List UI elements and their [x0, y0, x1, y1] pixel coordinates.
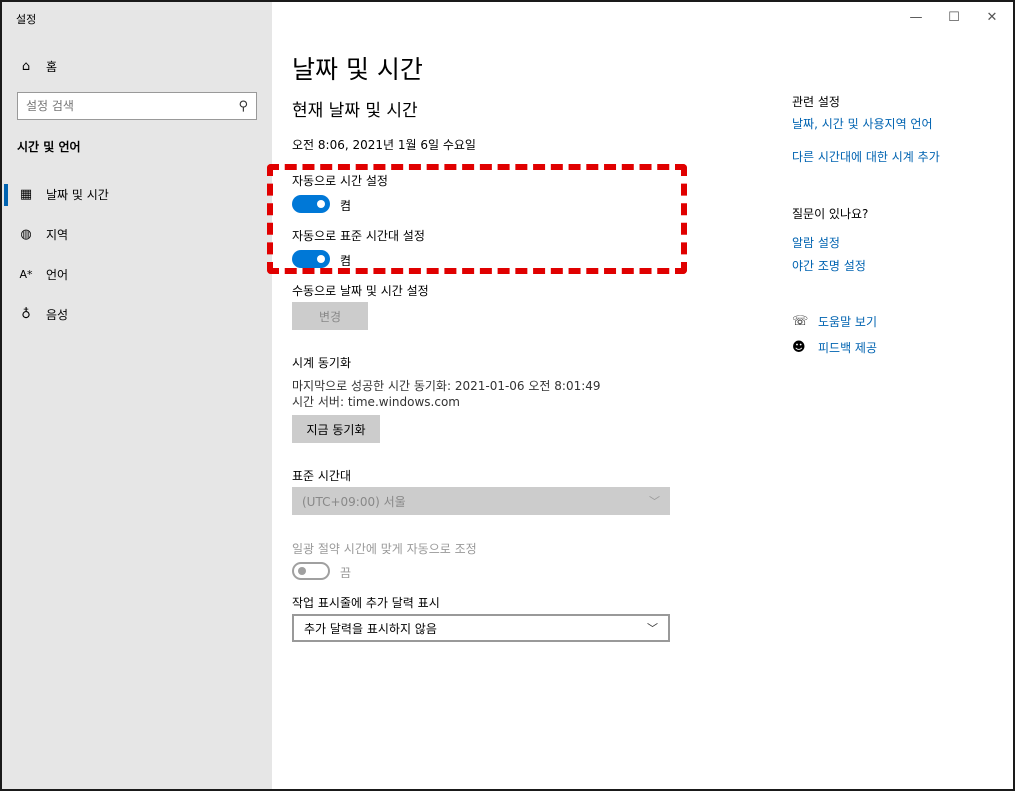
sidebar-item-label: 언어 — [46, 268, 69, 282]
section-title: 시간 및 언어 — [17, 140, 81, 154]
help-icon: ☏ — [792, 314, 809, 329]
auto-timezone-toggle[interactable] — [292, 250, 330, 268]
sidebar-item-region[interactable]: ◍ 지역 — [18, 226, 68, 243]
help-row[interactable]: ☏ 도움말 보기 — [792, 313, 877, 330]
time-server-text: 시간 서버: time.windows.com — [292, 395, 460, 409]
sidebar-home-label: 홈 — [46, 60, 58, 74]
auto-timezone-state: 켬 — [340, 254, 352, 268]
current-datetime-heading: 현재 날짜 및 시간 — [292, 101, 418, 121]
link-region-language[interactable]: 날짜, 시간 및 사용지역 언어 — [792, 115, 933, 132]
help-label[interactable]: 도움말 보기 — [818, 313, 877, 330]
language-icon: A* — [19, 268, 33, 281]
current-datetime: 오전 8:06, 2021년 1월 6일 수요일 — [292, 138, 476, 152]
manual-time-label: 수동으로 날짜 및 시간 설정 — [292, 284, 429, 298]
settings-window: 설정 ⌂ 홈 ⚲ 시간 및 언어 ▦ 날짜 및 시간 ◍ 지역 A* 언어 ♁ … — [0, 0, 1015, 791]
search-box[interactable]: ⚲ — [17, 92, 257, 120]
timezone-select[interactable]: (UTC+09:00) 서울 ﹀ — [292, 487, 670, 515]
active-indicator — [4, 184, 8, 206]
home-icon: ⌂ — [21, 59, 31, 74]
minimize-icon[interactable]: — — [908, 10, 924, 25]
calendar-select[interactable]: 추가 달력을 표시하지 않음 ﹀ — [292, 614, 670, 642]
link-add-clocks[interactable]: 다른 시간대에 대한 시계 추가 — [792, 148, 940, 165]
main-content: — ☐ ✕ 날짜 및 시간 현재 날짜 및 시간 오전 8:06, 2021년 … — [267, 2, 1013, 789]
close-icon[interactable]: ✕ — [984, 10, 1000, 25]
related-heading: 관련 설정 — [792, 95, 840, 109]
question-heading: 질문이 있나요? — [792, 207, 869, 221]
feedback-row[interactable]: ☻ 피드백 제공 — [792, 339, 877, 356]
globe-icon: ◍ — [20, 227, 32, 242]
sidebar-item-date-time[interactable]: ▦ 날짜 및 시간 — [18, 186, 109, 203]
auto-timezone-label: 자동으로 표준 시간대 설정 — [292, 229, 425, 243]
link-alarm-settings[interactable]: 알람 설정 — [792, 234, 840, 251]
chevron-down-icon: ﹀ — [647, 622, 658, 635]
maximize-icon[interactable]: ☐ — [946, 10, 962, 25]
sidebar-item-label: 음성 — [46, 308, 69, 322]
auto-time-toggle[interactable] — [292, 195, 330, 213]
calendar-value: 추가 달력을 표시하지 않음 — [304, 621, 437, 636]
last-sync-text: 마지막으로 성공한 시간 동기화: 2021-01-06 오전 8:01:49 — [292, 379, 601, 393]
timezone-value: (UTC+09:00) 서울 — [302, 494, 406, 509]
page-title: 날짜 및 시간 — [292, 55, 423, 84]
search-icon[interactable]: ⚲ — [238, 99, 248, 114]
feedback-icon: ☻ — [792, 340, 806, 355]
microphone-icon: ♁ — [21, 307, 31, 322]
search-input[interactable] — [26, 99, 239, 113]
sidebar-item-speech[interactable]: ♁ 음성 — [18, 306, 68, 323]
auto-time-state: 켬 — [340, 199, 352, 213]
sidebar-item-label: 날짜 및 시간 — [46, 188, 109, 202]
dst-toggle[interactable] — [292, 562, 330, 580]
sidebar-item-home[interactable]: ⌂ 홈 — [18, 58, 57, 75]
auto-time-label: 자동으로 시간 설정 — [292, 174, 388, 188]
change-button[interactable]: 변경 — [292, 302, 368, 330]
timezone-label: 표준 시간대 — [292, 469, 352, 483]
link-night-light[interactable]: 야간 조명 설정 — [792, 257, 866, 274]
chevron-down-icon: ﹀ — [649, 495, 660, 508]
dst-state: 끔 — [340, 566, 352, 580]
app-title: 설정 — [16, 13, 37, 26]
sidebar: 설정 ⌂ 홈 ⚲ 시간 및 언어 ▦ 날짜 및 시간 ◍ 지역 A* 언어 ♁ … — [2, 2, 272, 789]
calendar-label: 작업 표시줄에 추가 달력 표시 — [292, 596, 440, 610]
sync-now-button[interactable]: 지금 동기화 — [292, 415, 380, 443]
sidebar-item-language[interactable]: A* 언어 — [18, 266, 68, 283]
sync-heading: 시계 동기화 — [292, 356, 352, 370]
feedback-label[interactable]: 피드백 제공 — [818, 339, 877, 356]
calendar-clock-icon: ▦ — [19, 187, 33, 202]
sidebar-item-label: 지역 — [46, 228, 69, 242]
dst-label: 일광 절약 시간에 맞게 자동으로 조정 — [292, 542, 477, 556]
